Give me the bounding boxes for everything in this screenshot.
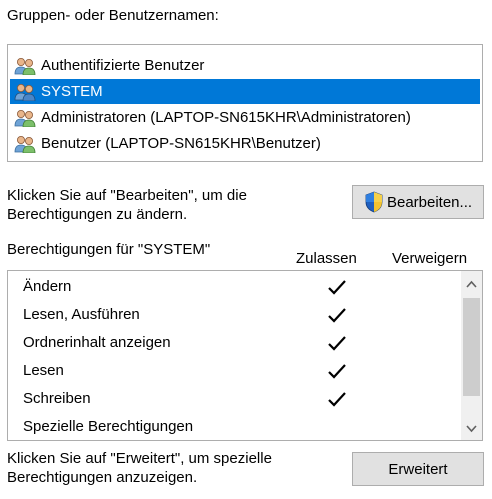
- users-group-icon: [14, 57, 36, 75]
- advanced-button-label: Erweitert: [388, 460, 448, 478]
- user-item-label: Benutzer (LAPTOP-SN615KHR\Benutzer): [41, 135, 321, 152]
- users-group-icon: [14, 109, 36, 127]
- deny-column-header: Verweigern: [392, 250, 468, 267]
- user-item-authenticated[interactable]: Authentifizierte Benutzer: [10, 53, 480, 78]
- users-group-icon: [14, 135, 36, 153]
- permission-label: Lesen: [23, 361, 64, 379]
- groups-label: Gruppen- oder Benutzernamen:: [7, 7, 219, 24]
- scroll-thumb[interactable]: [463, 298, 480, 396]
- permission-label: Spezielle Berechtigungen: [23, 417, 194, 435]
- edit-hint-line2: Berechtigungen zu ändern.: [7, 206, 188, 223]
- edit-button-label: Bearbeiten...: [386, 193, 473, 211]
- permission-row-read: Lesen: [23, 356, 64, 384]
- scroll-down-arrow-icon[interactable]: [465, 422, 478, 435]
- permissions-title: Berechtigungen für "SYSTEM": [7, 241, 211, 258]
- advanced-button[interactable]: Erweitert: [352, 452, 484, 486]
- user-item-system[interactable]: SYSTEM: [10, 79, 480, 104]
- user-item-users[interactable]: Benutzer (LAPTOP-SN615KHR\Benutzer): [10, 131, 480, 156]
- permissions-list[interactable]: Ändern Lesen, Ausführen Ordnerinhalt anz…: [7, 270, 483, 441]
- permission-row-special: Spezielle Berechtigungen: [23, 412, 193, 440]
- allow-column-header: Zulassen: [296, 250, 357, 267]
- allow-check-icon: [328, 392, 346, 407]
- permission-row-write: Schreiben: [23, 384, 91, 412]
- permission-label: Ordnerinhalt anzeigen: [23, 333, 171, 351]
- user-item-label: SYSTEM: [41, 83, 103, 100]
- edit-hint-line1: Klicken Sie auf "Bearbeiten", um die: [7, 187, 247, 204]
- allow-check-icon: [328, 336, 346, 351]
- permission-label: Schreiben: [23, 389, 91, 407]
- users-group-icon: [14, 83, 36, 101]
- uac-shield-icon: [365, 191, 383, 213]
- permission-row-modify: Ändern: [23, 272, 71, 300]
- permissions-scrollbar[interactable]: [461, 271, 482, 440]
- advanced-hint-line2: Berechtigungen anzuzeigen.: [7, 469, 198, 486]
- allow-check-icon: [328, 308, 346, 323]
- user-item-label: Administratoren (LAPTOP-SN615KHR\Adminis…: [41, 109, 411, 126]
- allow-check-icon: [328, 280, 346, 295]
- permission-row-read-execute: Lesen, Ausführen: [23, 300, 140, 328]
- user-item-label: Authentifizierte Benutzer: [41, 57, 205, 74]
- permission-label: Lesen, Ausführen: [23, 305, 140, 323]
- permission-row-list-folder: Ordnerinhalt anzeigen: [23, 328, 171, 356]
- scroll-up-arrow-icon[interactable]: [465, 278, 478, 291]
- user-list[interactable]: Authentifizierte Benutzer SYSTEM Adminis…: [7, 44, 483, 162]
- permission-label: Ändern: [23, 277, 72, 295]
- user-item-administrators[interactable]: Administratoren (LAPTOP-SN615KHR\Adminis…: [10, 105, 480, 130]
- edit-button[interactable]: Bearbeiten...: [352, 185, 484, 219]
- advanced-hint-line1: Klicken Sie auf "Erweitert", um speziell…: [7, 450, 272, 467]
- allow-check-icon: [328, 364, 346, 379]
